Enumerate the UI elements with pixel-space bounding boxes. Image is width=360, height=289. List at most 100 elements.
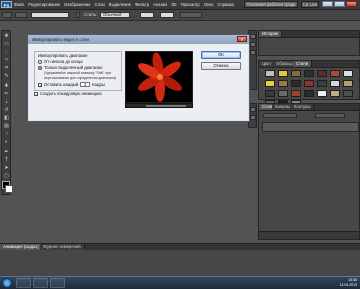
healing-brush-tool-icon[interactable]: ✚	[3, 83, 10, 89]
background-color-swatch[interactable]	[5, 185, 13, 193]
menu-image[interactable]: Изображение	[64, 2, 90, 7]
menu-window[interactable]: Окно	[204, 2, 214, 7]
menu-help[interactable]: Справка	[217, 2, 233, 7]
tab-paths[interactable]: Контуры	[291, 104, 315, 110]
radio-selected-range[interactable]	[38, 65, 42, 70]
style-swatch[interactable]	[343, 90, 353, 97]
blur-tool-icon[interactable]: ◔	[3, 131, 10, 137]
dialog-close-icon[interactable]: ✕	[237, 36, 247, 42]
crop-tool-icon[interactable]: ⌗	[3, 65, 10, 71]
tool-preset-picker[interactable]	[2, 12, 12, 18]
photoshop-logo: Ps	[1, 1, 12, 8]
width-field[interactable]	[140, 12, 154, 18]
feather-field[interactable]	[31, 12, 69, 18]
video-scrubber[interactable]	[146, 105, 186, 107]
layers-blend-controls	[263, 113, 358, 119]
menu-3d[interactable]: 3D	[171, 2, 176, 7]
pen-tool-icon[interactable]: ✒	[3, 149, 10, 155]
style-swatch[interactable]	[343, 80, 353, 87]
style-dropdown[interactable]: Обычный	[100, 12, 130, 18]
eraser-tool-icon[interactable]: ◧	[3, 115, 10, 121]
style-swatch[interactable]	[291, 80, 301, 87]
every-frame-checkbox[interactable]: ✓	[38, 82, 42, 87]
masks-panel-icon[interactable]	[250, 115, 256, 120]
style-swatch[interactable]	[343, 70, 353, 77]
lasso-tool-icon[interactable]: ◌	[3, 49, 10, 55]
ok-button[interactable]: OK	[201, 51, 241, 59]
style-swatch[interactable]	[317, 80, 327, 87]
workspace-button[interactable]: Основная рабочая среда	[244, 1, 298, 8]
path-select-tool-icon[interactable]: ➤	[3, 165, 10, 171]
style-swatch[interactable]	[278, 80, 288, 87]
style-swatch[interactable]	[278, 90, 288, 97]
style-swatch[interactable]	[291, 90, 301, 97]
marquee-tool-icon[interactable]: ▭	[3, 41, 10, 47]
menu-analysis[interactable]: Анализ	[153, 2, 167, 7]
taskbar-photoshop-icon[interactable]	[50, 278, 65, 288]
eyedropper-tool-icon[interactable]: ✎	[3, 73, 10, 79]
menu-edit[interactable]: Редактирование	[28, 2, 60, 7]
option-from-start-to-end[interactable]: От начала до конца	[38, 59, 83, 64]
tab-animation-frames[interactable]: Анимация (кадры)	[0, 244, 43, 250]
frame-animation-option[interactable]: ✓ Создать покадровую анимацию	[34, 91, 102, 96]
start-button[interactable]	[2, 278, 12, 288]
blend-mode-dropdown[interactable]	[263, 113, 297, 118]
style-swatch[interactable]	[330, 70, 340, 77]
brush-panel-icon[interactable]	[250, 50, 256, 55]
close-window-button[interactable]	[346, 1, 357, 7]
flower-image	[138, 52, 182, 102]
adjustments-panel-icon[interactable]	[250, 107, 256, 112]
tab-styles[interactable]: Стили	[293, 61, 313, 67]
every-frame-input[interactable]: 2	[80, 82, 91, 87]
restore-button[interactable]	[334, 1, 345, 7]
antialias-checkbox[interactable]	[76, 12, 80, 18]
style-swatch[interactable]	[304, 90, 314, 97]
style-swatch[interactable]	[330, 90, 340, 97]
style-swatch[interactable]	[317, 90, 327, 97]
move-tool-icon[interactable]: ✥	[3, 33, 10, 39]
every-frame-label: Оставить каждый	[44, 82, 79, 87]
taskbar-explorer-icon[interactable]	[16, 278, 31, 288]
actions-panel-icon[interactable]	[250, 42, 256, 47]
menu-view[interactable]: Просмотр	[181, 2, 200, 7]
taskbar-media-icon[interactable]	[33, 278, 48, 288]
video-transport-bar[interactable]	[125, 103, 193, 108]
type-tool-icon[interactable]: T	[3, 157, 10, 163]
style-swatch[interactable]	[317, 70, 327, 77]
layer-row[interactable]	[262, 122, 359, 132]
brush-tool-icon[interactable]: ✏	[3, 91, 10, 97]
dodge-tool-icon[interactable]: ◐	[3, 139, 10, 145]
style-swatch[interactable]	[278, 70, 288, 77]
menu-bar: Ps Файл Редактирование Изображение Слои …	[0, 0, 360, 10]
style-swatch[interactable]	[291, 70, 301, 77]
shape-tool-icon[interactable]: ▢	[3, 173, 10, 179]
style-swatch[interactable]	[265, 80, 275, 87]
style-swatch[interactable]	[304, 70, 314, 77]
history-panel-icon[interactable]	[250, 34, 256, 39]
quick-select-tool-icon[interactable]: ✧	[3, 57, 10, 63]
minimize-button[interactable]	[322, 1, 333, 7]
menu-layers[interactable]: Слои	[95, 2, 105, 7]
radio-from-start-to-end[interactable]	[38, 59, 42, 64]
tab-history[interactable]: История	[259, 31, 283, 37]
menu-select[interactable]: Выделение	[109, 2, 131, 7]
opacity-field[interactable]	[315, 113, 345, 118]
selection-mode-buttons[interactable]	[15, 12, 27, 18]
style-swatch[interactable]	[330, 80, 340, 87]
menu-filter[interactable]: Фильтр	[135, 2, 149, 7]
menu-file[interactable]: Файл	[14, 2, 24, 7]
style-swatch[interactable]	[265, 70, 275, 77]
frame-animation-checkbox[interactable]: ✓	[34, 91, 38, 96]
height-field[interactable]	[160, 12, 174, 18]
refine-edge-button[interactable]	[180, 12, 202, 18]
history-brush-tool-icon[interactable]: ↺	[3, 107, 10, 113]
tab-measurement-log[interactable]: Журнал измерений	[40, 244, 85, 250]
cs-live-button[interactable]: CS Live	[301, 1, 319, 8]
clone-stamp-tool-icon[interactable]: ⊥	[3, 99, 10, 105]
gradient-tool-icon[interactable]: ▤	[3, 123, 10, 129]
style-swatch[interactable]	[304, 80, 314, 87]
every-frame-row: ✓ Оставить каждый 2 Кадры	[38, 82, 105, 87]
cancel-button[interactable]: Отмена	[201, 62, 241, 70]
style-swatch[interactable]	[265, 90, 275, 97]
option-selected-range[interactable]: Только выделенный диапазон	[38, 65, 102, 70]
